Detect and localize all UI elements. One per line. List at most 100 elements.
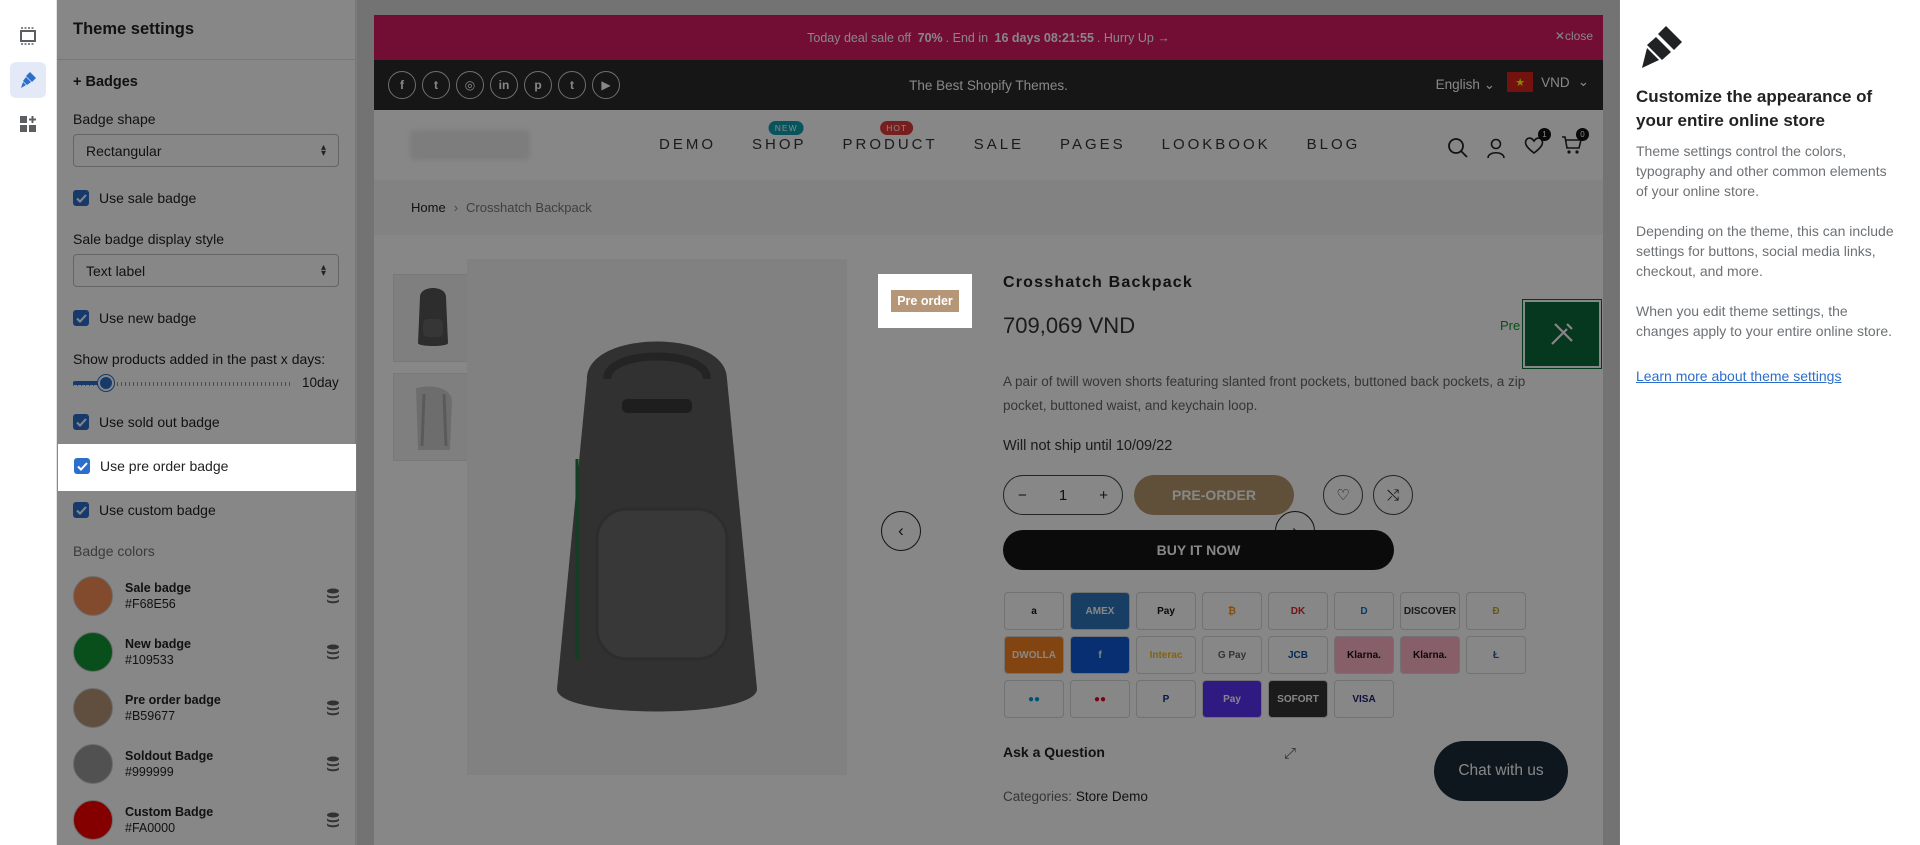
- ask-question-link[interactable]: Ask a Question: [1003, 744, 1105, 760]
- payment-method-icon: P: [1136, 680, 1196, 718]
- help-title: Customize the appearance of your entire …: [1636, 87, 1873, 130]
- payment-method-icon: ●●: [1070, 680, 1130, 718]
- apps-icon[interactable]: [10, 106, 46, 142]
- prev-image-button[interactable]: ‹: [881, 511, 921, 551]
- new-days-slider-thumb[interactable]: [97, 375, 114, 391]
- product-thumbnail-1[interactable]: [393, 274, 473, 362]
- chevron-left-icon: ‹: [898, 521, 904, 540]
- color-swatch[interactable]: [73, 800, 113, 840]
- payment-method-icon: Interac: [1136, 636, 1196, 674]
- backpack-image: [557, 341, 757, 712]
- badge-color-row[interactable]: Soldout Badge #999999: [73, 742, 343, 786]
- chat-button[interactable]: Chat with us: [1434, 741, 1568, 801]
- language-selector[interactable]: English ⌄: [1436, 77, 1495, 93]
- badge-shape-label: Badge shape: [73, 111, 156, 127]
- plus-icon[interactable]: +: [1099, 487, 1108, 504]
- search-icon[interactable]: [1447, 137, 1469, 159]
- currency-selector[interactable]: ★ VND ⌄: [1507, 72, 1589, 92]
- help-paragraph-2: Depending on the theme, this can include…: [1636, 223, 1894, 279]
- payment-method-icon: VISA: [1334, 680, 1394, 718]
- sale-display-select[interactable]: Text label ▴ ▾: [73, 254, 339, 287]
- color-swatch[interactable]: [73, 744, 113, 784]
- badge-shape-select[interactable]: Rectangular ▴ ▾: [73, 134, 339, 167]
- heart-icon: ♡: [1336, 487, 1350, 504]
- add-to-wishlist-button[interactable]: ♡: [1323, 475, 1363, 515]
- color-name: Sale badge: [125, 581, 191, 595]
- nav-label: PAGES: [1060, 136, 1126, 153]
- section-badges-heading[interactable]: + Badges: [73, 74, 138, 90]
- wishlist-button[interactable]: 1: [1523, 128, 1551, 161]
- promo-close-label: close: [1564, 29, 1593, 43]
- color-hex: #109533: [125, 653, 174, 667]
- use-sold-out-badge-checkbox[interactable]: Use sold out badge: [73, 414, 220, 430]
- use-pre-order-badge-checkbox[interactable]: Use pre order badge: [74, 458, 228, 474]
- use-new-badge-label: Use new badge: [99, 310, 197, 326]
- quantity-stepper[interactable]: − 1 +: [1003, 475, 1123, 515]
- badge-color-row[interactable]: New badge #109533: [73, 630, 343, 674]
- store-logo[interactable]: [410, 130, 530, 160]
- nav-item-shop[interactable]: SHOP NEW: [752, 121, 807, 153]
- use-sale-badge-checkbox[interactable]: Use sale badge: [73, 190, 196, 206]
- database-icon[interactable]: [323, 700, 343, 716]
- color-name: Pre order badge: [125, 693, 221, 707]
- breadcrumb-home[interactable]: Home: [411, 200, 446, 215]
- new-days-value: 10day: [302, 375, 339, 390]
- expand-image-button[interactable]: ⤢: [1272, 735, 1308, 771]
- color-hex: #999999: [125, 765, 174, 779]
- use-sold-out-badge-label: Use sold out badge: [99, 414, 220, 430]
- brush-icon[interactable]: [10, 62, 46, 98]
- product-thumbnail-2[interactable]: [393, 373, 473, 461]
- nav-label: SHOP: [752, 136, 807, 153]
- badge-color-row[interactable]: Custom Badge #FA0000: [73, 798, 343, 842]
- currency-value: VND: [1541, 74, 1570, 90]
- payment-method-icon: Ł: [1466, 636, 1526, 674]
- sections-icon[interactable]: [10, 18, 46, 54]
- badge-color-row[interactable]: Sale badge #F68E56: [73, 574, 343, 618]
- nav-item-blog[interactable]: BLOG: [1307, 136, 1361, 153]
- database-icon[interactable]: [323, 756, 343, 772]
- language-value: English: [1435, 77, 1480, 92]
- use-new-badge-checkbox[interactable]: Use new badge: [73, 310, 196, 326]
- pre-order-button[interactable]: PRE-ORDER: [1134, 475, 1294, 515]
- buy-now-button[interactable]: BUY IT NOW: [1003, 530, 1394, 570]
- color-swatch[interactable]: [73, 576, 113, 616]
- nav-item-pages[interactable]: PAGES: [1060, 136, 1126, 153]
- nav-label: LOOKBOOK: [1161, 136, 1271, 153]
- checkmark-icon: [73, 414, 89, 430]
- theme-tools-button[interactable]: [1523, 300, 1601, 368]
- badge-color-row[interactable]: Pre order badge #B59677: [73, 686, 343, 730]
- color-swatch[interactable]: [73, 688, 113, 728]
- sale-display-label: Sale badge display style: [73, 231, 224, 247]
- account-icon[interactable]: [1485, 137, 1507, 159]
- compare-button[interactable]: ⤭: [1373, 475, 1413, 515]
- cart-button[interactable]: 0: [1561, 128, 1589, 161]
- promo-link[interactable]: . Hurry Up →: [1097, 31, 1170, 45]
- product-title: Crosshatch Backpack: [1003, 274, 1193, 291]
- color-swatch[interactable]: [73, 632, 113, 672]
- database-icon[interactable]: [323, 588, 343, 604]
- pre-order-badge: Pre order: [891, 290, 959, 312]
- database-icon[interactable]: [323, 812, 343, 828]
- promo-countdown: 16 days 08:21:55: [994, 30, 1094, 45]
- promo-close-button[interactable]: ✕close: [1555, 29, 1593, 43]
- minus-icon[interactable]: −: [1018, 487, 1027, 504]
- color-text: Soldout Badge #999999: [125, 748, 323, 780]
- database-icon[interactable]: [323, 644, 343, 660]
- payment-method-icon: Pay: [1202, 680, 1262, 718]
- main-product-image[interactable]: [467, 259, 847, 775]
- new-days-label: Show products added in the past x days:: [73, 351, 326, 367]
- nav-item-product[interactable]: PRODUCT HOT: [843, 121, 938, 153]
- use-custom-badge-label: Use custom badge: [99, 502, 216, 518]
- nav-item-sale[interactable]: SALE: [974, 136, 1024, 153]
- nav-label: DEMO: [659, 136, 716, 153]
- backpack-back-image: [416, 386, 452, 450]
- payment-method-icon: DISCOVER: [1400, 592, 1460, 630]
- nav-item-lookbook[interactable]: LOOKBOOK: [1162, 136, 1271, 153]
- payment-method-icon: ₿: [1202, 592, 1262, 630]
- learn-more-link[interactable]: Learn more about theme settings: [1636, 368, 1841, 384]
- nav-item-demo[interactable]: DEMO: [659, 136, 716, 153]
- use-custom-badge-checkbox[interactable]: Use custom badge: [73, 502, 216, 518]
- categories-value[interactable]: Store Demo: [1076, 789, 1148, 804]
- header-icons: 1 0: [1447, 128, 1589, 161]
- top-bar: f t ◎ in p t ▶ The Best Shopify Themes. Englis…: [374, 60, 1603, 110]
